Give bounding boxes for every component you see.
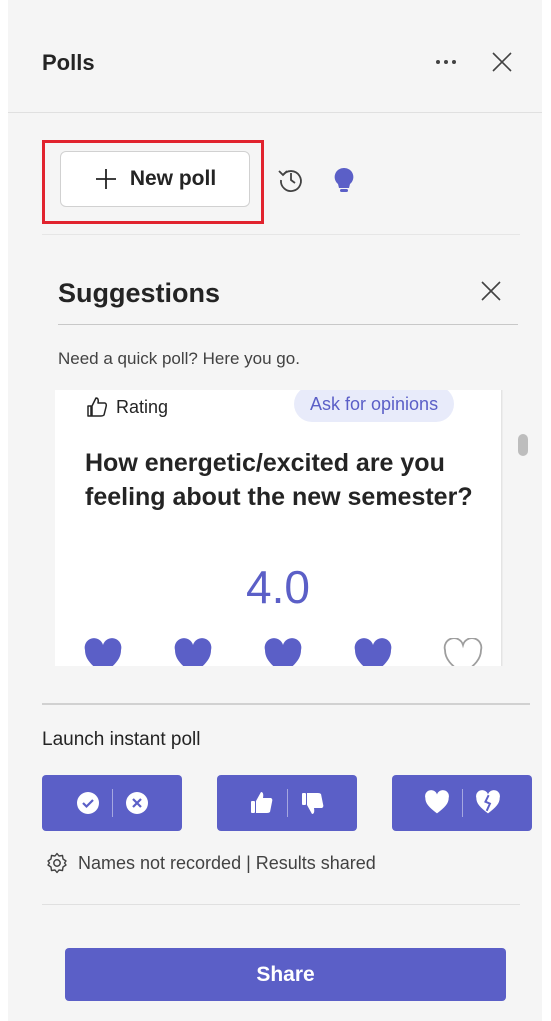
instant-poll-label: Launch instant poll bbox=[42, 729, 201, 750]
close-suggestions-icon[interactable] bbox=[474, 274, 508, 308]
panel-header: Polls bbox=[8, 0, 542, 113]
gear-icon bbox=[47, 852, 67, 874]
new-poll-button[interactable]: New poll bbox=[60, 151, 250, 207]
suggestion-list: Rating Ask for opinions How energetic/ex… bbox=[55, 390, 503, 666]
opinion-tag: Ask for opinions bbox=[294, 390, 455, 422]
panel-title: Polls bbox=[42, 50, 95, 75]
history-icon[interactable] bbox=[276, 164, 306, 194]
poll-toolbar: New poll bbox=[42, 134, 520, 235]
button-separator bbox=[461, 789, 463, 817]
button-separator bbox=[286, 789, 288, 817]
heart-poll-button[interactable] bbox=[392, 775, 532, 831]
heart-icon bbox=[354, 638, 392, 666]
yes-no-poll-button[interactable] bbox=[42, 775, 182, 831]
heart-icon bbox=[174, 638, 212, 666]
heart-outline-icon bbox=[443, 638, 483, 666]
polls-panel: Polls New poll Suggestions Need a quick … bbox=[8, 0, 542, 1021]
check-circle-icon bbox=[76, 792, 99, 814]
more-options-icon[interactable] bbox=[430, 46, 462, 78]
lightbulb-icon[interactable] bbox=[330, 166, 358, 196]
suggestions-title: Suggestions bbox=[58, 278, 221, 308]
section-divider bbox=[42, 703, 530, 705]
suggestions-divider bbox=[58, 324, 518, 325]
heart-icon bbox=[264, 638, 302, 666]
broken-heart-icon bbox=[475, 790, 500, 814]
suggestion-card[interactable]: Rating Ask for opinions How energetic/ex… bbox=[55, 390, 501, 666]
x-circle-icon bbox=[125, 792, 148, 814]
share-button[interactable]: Share bbox=[65, 948, 506, 1001]
new-poll-label: New poll bbox=[129, 167, 217, 190]
plus-icon bbox=[95, 169, 116, 189]
thumbs-poll-button[interactable] bbox=[217, 775, 357, 831]
poll-type-label: Rating bbox=[116, 396, 169, 417]
bottom-divider bbox=[42, 904, 520, 905]
poll-type: Rating bbox=[86, 396, 168, 418]
button-separator bbox=[111, 789, 113, 817]
scrollbar-thumb[interactable] bbox=[518, 434, 528, 456]
settings-text: Names not recorded | Results shared bbox=[78, 852, 376, 873]
thumbs-up-outline-icon bbox=[87, 397, 108, 417]
heart-icon bbox=[84, 638, 122, 666]
close-panel-icon[interactable] bbox=[486, 46, 518, 78]
suggestions-subtitle: Need a quick poll? Here you go. bbox=[58, 349, 300, 368]
heart-icon bbox=[424, 790, 449, 814]
thumbs-down-icon bbox=[301, 793, 323, 814]
rating-hearts bbox=[83, 638, 483, 666]
thumbs-up-icon bbox=[250, 792, 272, 813]
poll-settings[interactable]: Names not recorded | Results shared bbox=[46, 852, 376, 874]
poll-question: How energetic/excited are you feeling ab… bbox=[85, 449, 473, 511]
rating-value: 4.0 bbox=[246, 561, 310, 613]
